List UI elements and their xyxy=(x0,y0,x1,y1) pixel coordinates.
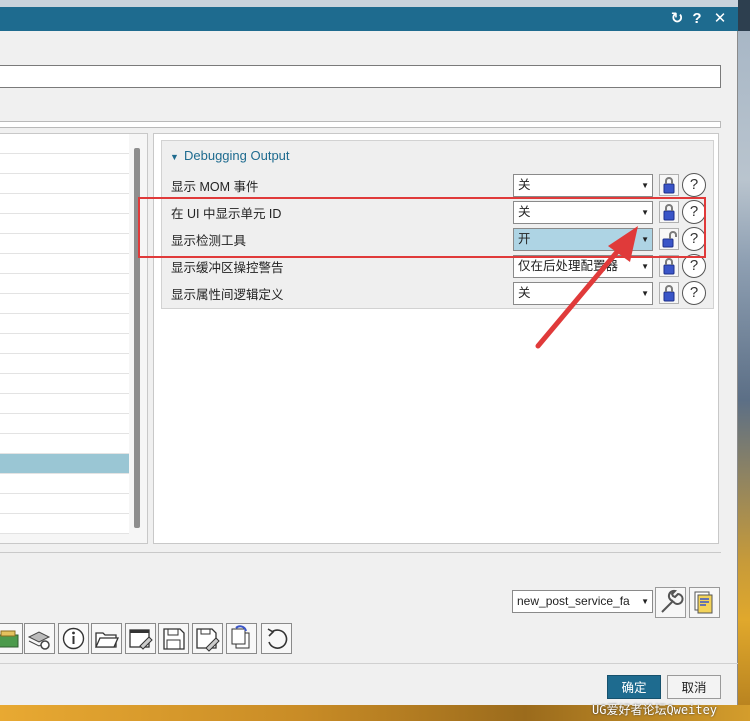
buffer-warning-select[interactable]: 仅在后处理配置器 ▼ xyxy=(513,255,653,278)
watermark-text: UG爱好者论坛Qweitey xyxy=(592,703,718,717)
background-scene-right xyxy=(738,0,750,721)
help-circle-icon[interactable]: ? xyxy=(682,200,706,224)
footer-divider xyxy=(0,663,738,664)
select-value: 关 xyxy=(518,178,531,192)
list-item[interactable] xyxy=(0,254,129,274)
group-title: Debugging Output xyxy=(184,148,290,163)
lock-icon[interactable] xyxy=(659,174,679,196)
list-item[interactable] xyxy=(0,434,129,454)
chevron-down-icon: ▼ xyxy=(641,597,649,606)
left-scrollbar[interactable] xyxy=(134,148,140,528)
save-icon[interactable] xyxy=(158,623,189,654)
title-bar: ↻ ? ✕ xyxy=(0,7,738,31)
help-circle-icon[interactable]: ? xyxy=(682,281,706,305)
list-item[interactable] xyxy=(0,214,129,234)
list-item[interactable] xyxy=(0,154,129,174)
chevron-down-icon: ▼ xyxy=(641,235,649,244)
settings-panel: ▼ Debugging Output 显示 MOM 事件 关 ▼ ? 在 UI 中… xyxy=(153,133,719,544)
list-item[interactable] xyxy=(0,374,129,394)
row-label-ui-cell-id: 在 UI 中显示单元 ID xyxy=(171,207,282,221)
edit-window-icon[interactable] xyxy=(125,623,156,654)
debugging-output-group: ▼ Debugging Output 显示 MOM 事件 关 ▼ ? 在 UI 中… xyxy=(161,140,714,309)
row-label-attr-logic: 显示属性间逻辑定义 xyxy=(171,288,284,302)
attr-logic-select[interactable]: 关 ▼ xyxy=(513,282,653,305)
list-item[interactable] xyxy=(0,234,129,254)
row-label-check-tool: 显示检测工具 xyxy=(171,234,247,248)
lock-icon[interactable] xyxy=(659,201,679,223)
list-item[interactable] xyxy=(0,494,129,514)
list-item[interactable] xyxy=(0,354,129,374)
undo-icon[interactable] xyxy=(261,623,292,654)
list-item[interactable] xyxy=(0,174,129,194)
check-tool-select[interactable]: 开 ▼ xyxy=(513,228,653,251)
list-item[interactable] xyxy=(0,294,129,314)
list-item[interactable] xyxy=(0,194,129,214)
info-icon[interactable] xyxy=(58,623,89,654)
ui-cell-id-select[interactable]: 关 ▼ xyxy=(513,201,653,224)
ok-button[interactable]: 确定 xyxy=(607,675,661,699)
left-list-panel xyxy=(0,133,148,544)
list-item[interactable] xyxy=(0,394,129,414)
help-circle-icon[interactable]: ? xyxy=(682,173,706,197)
list-item[interactable] xyxy=(0,334,129,354)
list-item[interactable] xyxy=(0,274,129,294)
select-value: 关 xyxy=(518,205,531,219)
layers-gear-icon[interactable] xyxy=(24,623,55,654)
divider-field xyxy=(0,121,721,128)
row-label-buffer-warning: 显示缓冲区操控警告 xyxy=(171,261,284,275)
unlock-icon[interactable] xyxy=(659,228,679,250)
help-circle-icon[interactable]: ? xyxy=(682,227,706,251)
config-files-icon[interactable] xyxy=(689,587,720,618)
group-header[interactable]: ▼ Debugging Output xyxy=(170,147,290,165)
select-value: 仅在后处理配置器 xyxy=(518,259,619,273)
section-divider xyxy=(0,552,721,553)
select-value: 开 xyxy=(518,232,531,246)
chevron-down-icon: ▼ xyxy=(641,262,649,271)
post-builder-dialog: ↻ ? ✕ ▼ Debugging Output 显示 MOM 事件 关 ▼ ?… xyxy=(0,7,738,705)
chevron-down-icon: ▼ xyxy=(641,289,649,298)
chevron-down-icon: ▼ xyxy=(641,181,649,190)
lock-icon[interactable] xyxy=(659,282,679,304)
help-icon[interactable]: ? xyxy=(688,9,706,29)
save-as-icon[interactable] xyxy=(192,623,223,654)
list-item[interactable] xyxy=(0,314,129,334)
list-item[interactable] xyxy=(0,474,129,494)
reset-icon[interactable]: ↻ xyxy=(668,9,686,29)
copy-icon[interactable] xyxy=(226,623,257,654)
chevron-down-icon: ▼ xyxy=(641,208,649,217)
list-item[interactable] xyxy=(0,414,129,434)
open-folder-icon[interactable] xyxy=(91,623,122,654)
list-item-selected[interactable] xyxy=(0,454,129,474)
top-text-field[interactable] xyxy=(0,65,721,88)
list-item[interactable] xyxy=(0,134,129,154)
post-service-select[interactable]: new_post_service_fa ▼ xyxy=(512,590,653,613)
mom-events-select[interactable]: 关 ▼ xyxy=(513,174,653,197)
select-value: new_post_service_fa xyxy=(517,594,630,608)
collapse-triangle-icon[interactable]: ▼ xyxy=(170,148,184,166)
row-label-mom-events: 显示 MOM 事件 xyxy=(171,180,259,194)
wrench-icon[interactable] xyxy=(655,587,686,618)
list-item[interactable] xyxy=(0,514,129,534)
lock-icon[interactable] xyxy=(659,255,679,277)
package-icon[interactable] xyxy=(0,623,23,654)
help-circle-icon[interactable]: ? xyxy=(682,254,706,278)
cancel-button[interactable]: 取消 xyxy=(667,675,721,699)
close-icon[interactable]: ✕ xyxy=(711,9,729,29)
select-value: 关 xyxy=(518,286,531,300)
